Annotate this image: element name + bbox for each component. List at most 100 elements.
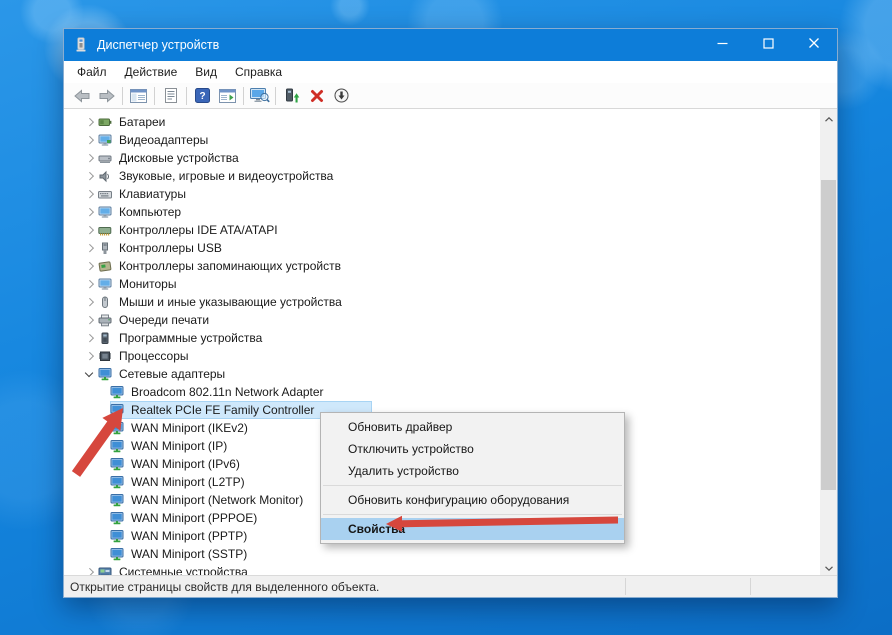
window-title: Диспетчер устройств bbox=[97, 38, 219, 52]
tree-item[interactable]: Мониторы bbox=[64, 275, 820, 293]
tree-item[interactable]: Контроллеры USB bbox=[64, 239, 820, 257]
tree-item-band: WAN Miniport (IKEv2) bbox=[110, 419, 251, 437]
chevron-up-icon bbox=[825, 109, 833, 127]
tree-item-label: WAN Miniport (IKEv2) bbox=[131, 421, 248, 435]
tree-item-label: Программные устройства bbox=[119, 331, 262, 345]
tree-item[interactable]: Компьютер bbox=[64, 203, 820, 221]
properties-doc-icon[interactable] bbox=[158, 85, 183, 107]
tree-item-label: WAN Miniport (SSTP) bbox=[131, 547, 247, 561]
tree-item[interactable]: Сетевые адаптеры bbox=[64, 365, 820, 383]
vertical-scrollbar[interactable] bbox=[820, 109, 837, 575]
menu-help[interactable]: Справка bbox=[226, 62, 291, 82]
tree-item[interactable]: Очереди печати bbox=[64, 311, 820, 329]
menu-view[interactable]: Вид bbox=[186, 62, 226, 82]
context-menu-item-uninstall-device[interactable]: Удалить устройство bbox=[321, 460, 624, 482]
tree-item-label: Звуковые, игровые и видеоустройства bbox=[119, 169, 333, 183]
context-menu-item-properties[interactable]: Свойства bbox=[321, 518, 624, 540]
tree-item[interactable]: Broadcom 802.11n Network Adapter bbox=[64, 383, 820, 401]
tree-item-band: WAN Miniport (PPTP) bbox=[110, 527, 250, 545]
tree-item[interactable]: Дисковые устройства bbox=[64, 149, 820, 167]
toolbar-separator bbox=[243, 87, 244, 105]
tree-item-label: Broadcom 802.11n Network Adapter bbox=[131, 385, 324, 399]
tree-item-band: Очереди печати bbox=[98, 311, 212, 329]
maximize-button[interactable] bbox=[745, 29, 791, 61]
tree-item-label: Контроллеры USB bbox=[119, 241, 222, 255]
help-icon[interactable]: ? bbox=[190, 85, 215, 107]
tree-item-band: WAN Miniport (IP) bbox=[110, 437, 230, 455]
context-menu-item-scan-hardware-changes[interactable]: Обновить конфигурацию оборудования bbox=[321, 489, 624, 511]
disable-device-icon[interactable] bbox=[329, 85, 354, 107]
tree-item[interactable]: Контроллеры IDE ATA/ATAPI bbox=[64, 221, 820, 239]
tree-item-band: WAN Miniport (PPPOE) bbox=[110, 509, 260, 527]
tree-item[interactable]: Клавиатуры bbox=[64, 185, 820, 203]
printer-device-icon bbox=[98, 313, 114, 327]
context-menu-separator bbox=[323, 514, 622, 515]
toolbar: ? bbox=[64, 83, 837, 109]
menu-action[interactable]: Действие bbox=[116, 62, 187, 82]
back-icon[interactable] bbox=[69, 85, 94, 107]
console-tree-icon[interactable] bbox=[126, 85, 151, 107]
tree-item-label: Контроллеры IDE ATA/ATAPI bbox=[119, 223, 278, 237]
tree-item-band: Сетевые адаптеры bbox=[98, 365, 228, 383]
chevron-collapsed-icon[interactable] bbox=[82, 563, 98, 575]
tree-item-band: Контроллеры USB bbox=[98, 239, 225, 257]
menubar: ФайлДействиеВидСправка bbox=[64, 61, 837, 83]
action-pane-icon[interactable] bbox=[215, 85, 240, 107]
menu-file[interactable]: Файл bbox=[68, 62, 116, 82]
forward-icon[interactable] bbox=[94, 85, 119, 107]
software-device-icon bbox=[98, 331, 114, 345]
uninstall-device-icon[interactable] bbox=[304, 85, 329, 107]
statusbar: Открытие страницы свойств для выделенног… bbox=[64, 575, 837, 597]
chevron-collapsed-icon[interactable] bbox=[82, 275, 98, 293]
context-menu: Обновить драйверОтключить устройствоУдал… bbox=[320, 412, 625, 544]
chevron-expanded-icon[interactable] bbox=[82, 365, 98, 383]
close-button[interactable] bbox=[791, 29, 837, 61]
chevron-collapsed-icon[interactable] bbox=[82, 239, 98, 257]
chevron-collapsed-icon[interactable] bbox=[82, 329, 98, 347]
tree-item[interactable]: Звуковые, игровые и видеоустройства bbox=[64, 167, 820, 185]
update-driver-icon[interactable] bbox=[279, 85, 304, 107]
chevron-collapsed-icon[interactable] bbox=[82, 221, 98, 239]
battery-device-icon bbox=[98, 115, 114, 129]
tree-item[interactable]: Контроллеры запоминающих устройств bbox=[64, 257, 820, 275]
scan-hardware-changes-icon[interactable] bbox=[247, 85, 272, 107]
chevron-collapsed-icon[interactable] bbox=[82, 257, 98, 275]
display-device-icon bbox=[98, 133, 114, 147]
tree-item-label: WAN Miniport (IP) bbox=[131, 439, 227, 453]
scroll-down-button[interactable] bbox=[820, 558, 837, 575]
tree-item[interactable]: Системные устройства bbox=[64, 563, 820, 575]
tree-item[interactable]: Видеоадаптеры bbox=[64, 131, 820, 149]
scrollbar-thumb[interactable] bbox=[821, 180, 836, 490]
tree-item-label: Мониторы bbox=[119, 277, 176, 291]
context-menu-item-disable-device[interactable]: Отключить устройство bbox=[321, 438, 624, 460]
ide-device-icon bbox=[98, 223, 114, 237]
tree-item-band: Программные устройства bbox=[98, 329, 265, 347]
tree-item[interactable]: Мыши и иные указывающие устройства bbox=[64, 293, 820, 311]
minimize-button[interactable] bbox=[699, 29, 745, 61]
tree-item[interactable]: Программные устройства bbox=[64, 329, 820, 347]
chevron-down-icon bbox=[825, 558, 833, 576]
tree-item-band: Процессоры bbox=[98, 347, 192, 365]
scroll-up-button[interactable] bbox=[820, 109, 837, 126]
minimize-icon bbox=[717, 36, 728, 54]
titlebar[interactable]: Диспетчер устройств bbox=[64, 29, 837, 61]
tree-item[interactable]: WAN Miniport (SSTP) bbox=[64, 545, 820, 563]
chevron-collapsed-icon[interactable] bbox=[82, 347, 98, 365]
tree-item-label: Контроллеры запоминающих устройств bbox=[119, 259, 341, 273]
tree-item[interactable]: Батареи bbox=[64, 113, 820, 131]
tree-item[interactable]: Процессоры bbox=[64, 347, 820, 365]
tree-item-band: Дисковые устройства bbox=[98, 149, 242, 167]
toolbar-separator bbox=[275, 87, 276, 105]
tree-item-label: Realtek PCIe FE Family Controller bbox=[131, 403, 314, 417]
context-menu-item-update-driver[interactable]: Обновить драйвер bbox=[321, 416, 624, 438]
chevron-collapsed-icon[interactable] bbox=[82, 131, 98, 149]
chevron-collapsed-icon[interactable] bbox=[82, 203, 98, 221]
chevron-collapsed-icon[interactable] bbox=[82, 149, 98, 167]
chevron-collapsed-icon[interactable] bbox=[82, 311, 98, 329]
chevron-collapsed-icon[interactable] bbox=[82, 113, 98, 131]
chevron-collapsed-icon[interactable] bbox=[82, 167, 98, 185]
tree-item-label: WAN Miniport (PPPOE) bbox=[131, 511, 257, 525]
chevron-collapsed-icon[interactable] bbox=[82, 293, 98, 311]
tree-item-band: Видеоадаптеры bbox=[98, 131, 211, 149]
chevron-collapsed-icon[interactable] bbox=[82, 185, 98, 203]
